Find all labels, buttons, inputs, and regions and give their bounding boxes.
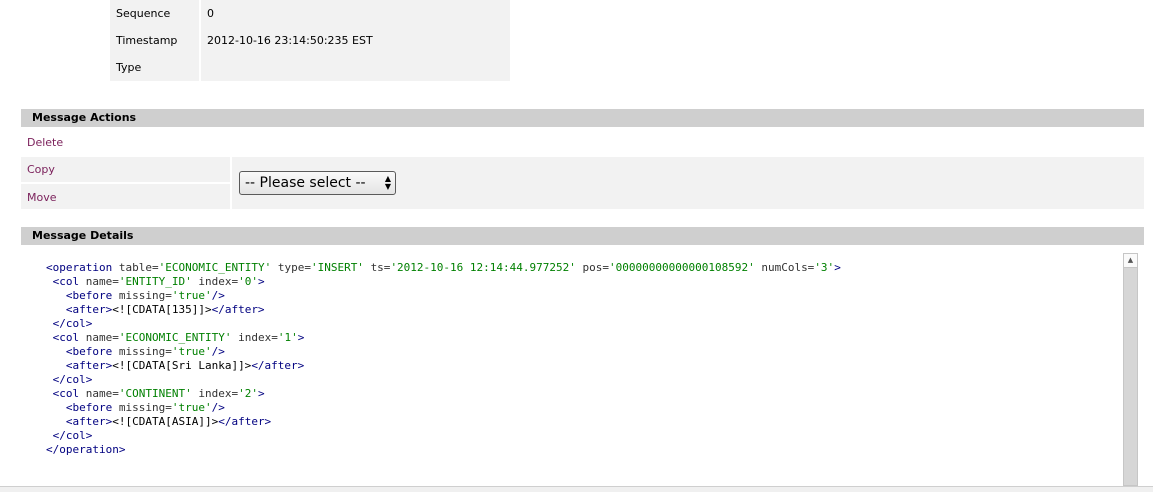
- property-row-type: Type: [110, 54, 510, 81]
- property-value: 0: [201, 0, 510, 27]
- message-actions-header: Message Actions: [21, 109, 1144, 127]
- message-details-header: Message Details: [21, 227, 1144, 245]
- property-row-sequence: Sequence 0: [110, 0, 510, 27]
- property-key: Sequence: [110, 0, 199, 27]
- property-value: [201, 54, 510, 81]
- message-details-content[interactable]: <operation table='ECONOMIC_ENTITY' type=…: [21, 245, 1123, 486]
- delete-link[interactable]: Delete: [27, 136, 63, 149]
- destination-select-value: -- Please select --: [245, 175, 366, 191]
- arrow-up-icon[interactable]: ▲: [1124, 254, 1137, 268]
- scroll-thumb[interactable]: [1124, 268, 1137, 485]
- move-link[interactable]: Move: [27, 191, 57, 204]
- destination-select[interactable]: -- Please select -- ▲ ▼: [239, 171, 396, 195]
- updown-arrow-icon: ▲ ▼: [384, 174, 391, 191]
- details-scrollbar[interactable]: ▲: [1123, 253, 1138, 486]
- property-row-timestamp: Timestamp 2012-10-16 23:14:50:235 EST: [110, 27, 510, 54]
- xml-body: <operation table='ECONOMIC_ENTITY' type=…: [46, 261, 841, 456]
- property-key: Type: [110, 54, 199, 81]
- horizontal-scroll-track[interactable]: [0, 486, 1153, 492]
- copy-link[interactable]: Copy: [27, 163, 55, 176]
- property-key: Timestamp: [110, 27, 199, 54]
- property-value: 2012-10-16 23:14:50:235 EST: [201, 27, 510, 54]
- message-properties: Sequence 0 Timestamp 2012-10-16 23:14:50…: [110, 0, 510, 81]
